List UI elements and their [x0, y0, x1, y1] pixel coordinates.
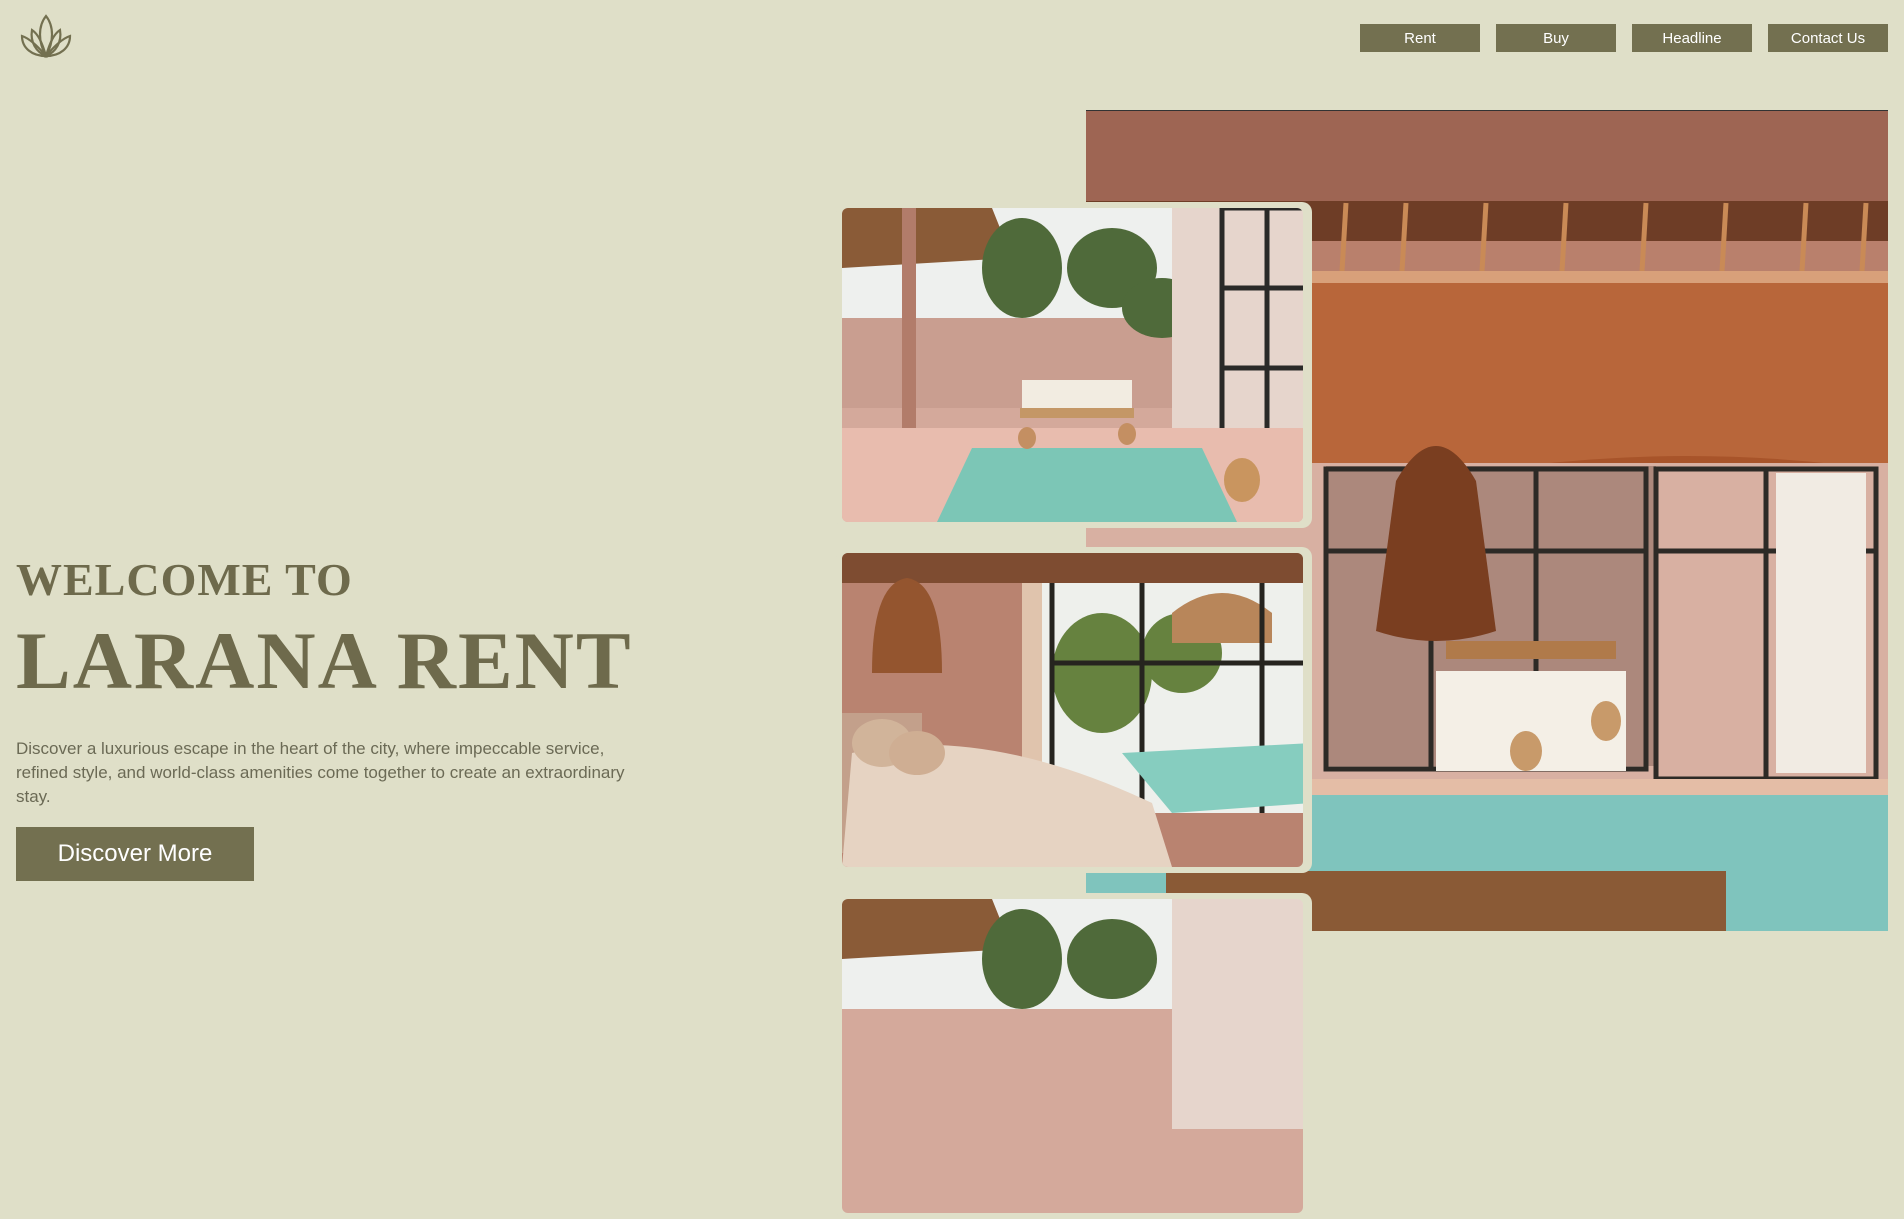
discover-more-button[interactable]: Discover More [16, 827, 254, 881]
hero-description: Discover a luxurious escape in the heart… [16, 739, 625, 806]
lotus-icon [20, 14, 72, 59]
hero-brand-title: LARANA RENT [16, 615, 633, 706]
gallery-thumb-2[interactable] [836, 547, 1312, 873]
nav-rent-button[interactable]: Rent [1360, 24, 1480, 52]
hero-welcome-heading: WELCOME TO [16, 554, 353, 605]
nav-contact-button[interactable]: Contact Us [1768, 24, 1888, 52]
nav-buy-button[interactable]: Buy [1496, 24, 1616, 52]
gallery-thumb-1[interactable] [836, 202, 1312, 528]
logo[interactable] [18, 12, 74, 60]
gallery-thumb-3[interactable] [836, 893, 1312, 1219]
hero-section: WELCOME TO LARANA RENT Discover a luxuri… [16, 553, 636, 881]
top-nav: Rent Buy Headline Contact Us [1360, 24, 1888, 52]
nav-headline-button[interactable]: Headline [1632, 24, 1752, 52]
